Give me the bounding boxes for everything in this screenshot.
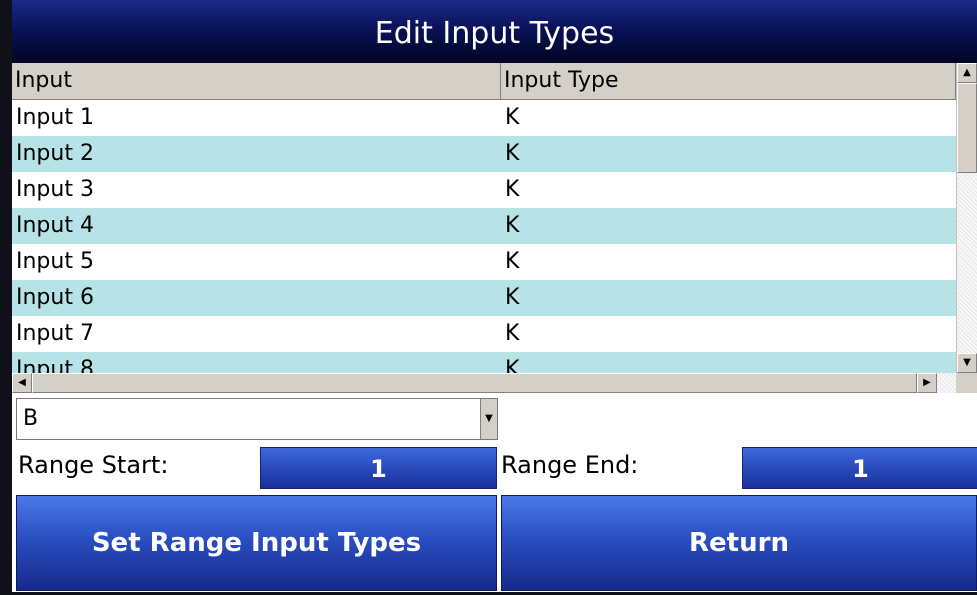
horizontal-scroll-thumb[interactable] bbox=[32, 373, 917, 393]
scrollbar-corner bbox=[956, 373, 977, 393]
grid-header: Input Input Type bbox=[12, 63, 956, 100]
set-range-input-types-button[interactable]: Set Range Input Types bbox=[16, 495, 497, 591]
vertical-scrollbar[interactable]: ▲ ▼ bbox=[956, 63, 977, 373]
input-type-cell: K bbox=[505, 177, 520, 202]
input-type-select[interactable]: B ▼ bbox=[16, 398, 498, 440]
scroll-down-icon[interactable]: ▼ bbox=[957, 353, 977, 373]
horizontal-scrollbar[interactable]: ◀ ▶ bbox=[12, 373, 956, 393]
input-type-cell: K bbox=[505, 249, 520, 274]
column-header-input-type[interactable]: Input Type bbox=[501, 63, 956, 99]
input-name-cell: Input 3 bbox=[16, 177, 94, 202]
table-row[interactable]: Input 6 K bbox=[12, 280, 956, 316]
input-types-grid[interactable]: Input Input Type Input 1 K Input 2 K Inp… bbox=[12, 63, 956, 373]
input-type-cell: K bbox=[505, 321, 520, 346]
input-type-cell: K bbox=[505, 357, 520, 373]
input-type-select-value: B bbox=[23, 406, 39, 431]
edit-input-types-window: Edit Input Types Input Input Type Input … bbox=[12, 0, 977, 592]
chevron-down-icon[interactable]: ▼ bbox=[480, 399, 497, 439]
vertical-scroll-thumb[interactable] bbox=[957, 83, 977, 173]
table-row[interactable]: Input 8 K bbox=[12, 352, 956, 373]
scroll-left-icon[interactable]: ◀ bbox=[12, 373, 32, 393]
input-name-cell: Input 2 bbox=[16, 141, 94, 166]
range-end-label: Range End: bbox=[501, 451, 639, 479]
return-button[interactable]: Return bbox=[501, 495, 977, 591]
input-name-cell: Input 7 bbox=[16, 321, 94, 346]
grid-rows: Input 1 K Input 2 K Input 3 K Input 4 K … bbox=[12, 100, 956, 373]
input-name-cell: Input 5 bbox=[16, 249, 94, 274]
input-name-cell: Input 8 bbox=[16, 357, 94, 373]
window-title: Edit Input Types bbox=[12, 0, 977, 63]
table-row[interactable]: Input 1 K bbox=[12, 100, 956, 136]
scroll-right-icon[interactable]: ▶ bbox=[917, 373, 937, 393]
input-type-cell: K bbox=[505, 285, 520, 310]
table-row[interactable]: Input 2 K bbox=[12, 136, 956, 172]
input-type-cell: K bbox=[505, 105, 520, 130]
input-name-cell: Input 4 bbox=[16, 213, 94, 238]
input-name-cell: Input 1 bbox=[16, 105, 94, 130]
input-name-cell: Input 6 bbox=[16, 285, 94, 310]
scroll-up-icon[interactable]: ▲ bbox=[957, 63, 977, 83]
input-type-cell: K bbox=[505, 141, 520, 166]
input-type-cell: K bbox=[505, 213, 520, 238]
range-start-field[interactable]: 1 bbox=[260, 447, 497, 489]
table-row[interactable]: Input 5 K bbox=[12, 244, 956, 280]
table-row[interactable]: Input 3 K bbox=[12, 172, 956, 208]
range-start-label: Range Start: bbox=[18, 451, 169, 479]
range-end-field[interactable]: 1 bbox=[742, 447, 977, 489]
table-row[interactable]: Input 7 K bbox=[12, 316, 956, 352]
table-row[interactable]: Input 4 K bbox=[12, 208, 956, 244]
column-header-input[interactable]: Input bbox=[12, 63, 501, 99]
